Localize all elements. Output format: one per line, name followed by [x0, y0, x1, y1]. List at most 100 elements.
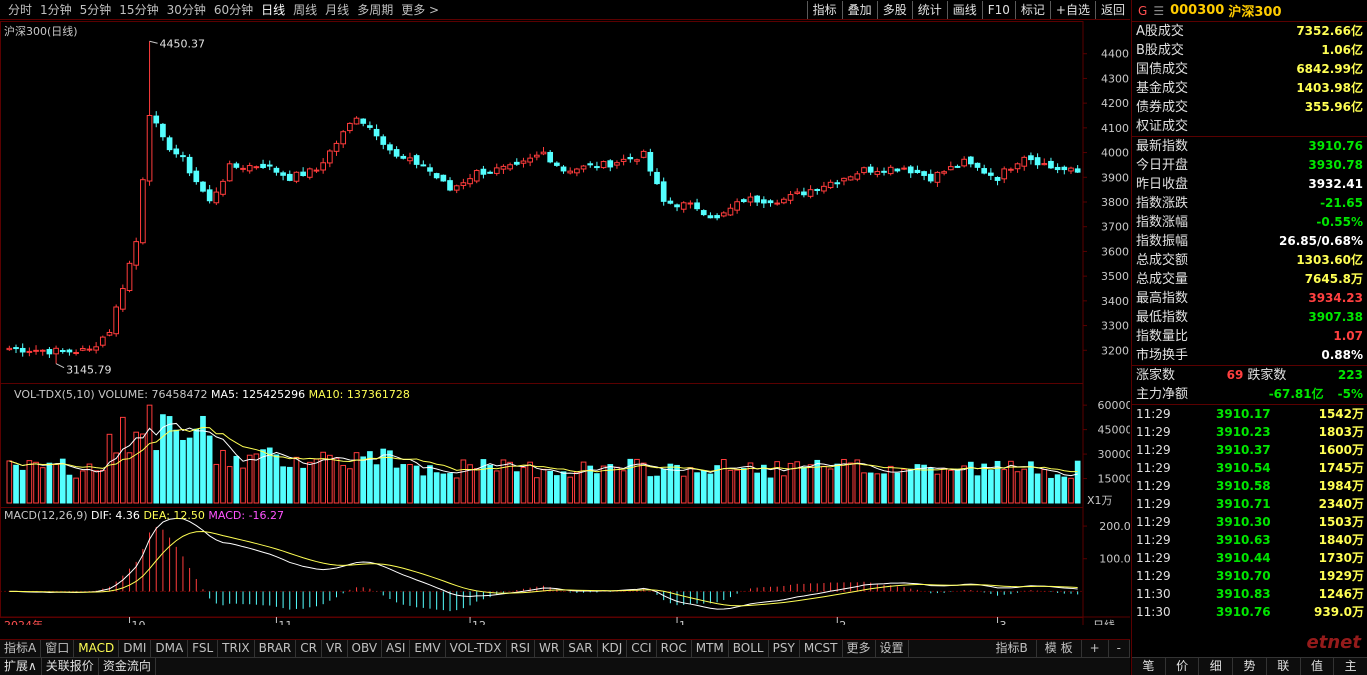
- tick-volume: 1600万: [1318, 443, 1364, 457]
- indicator-tab-0[interactable]: 指标A: [0, 640, 42, 657]
- indicator-tab-23[interactable]: MCST: [800, 640, 843, 657]
- bottom-tab-1[interactable]: 关联报价: [42, 658, 99, 675]
- indicator-tab-6[interactable]: TRIX: [218, 640, 255, 657]
- indicator-tab-11[interactable]: ASI: [382, 640, 411, 657]
- tool-tab-5[interactable]: F10: [981, 0, 1015, 19]
- indicator-tab-16[interactable]: SAR: [564, 640, 598, 657]
- vol-ma5-value: MA5: 125425296: [210, 388, 306, 401]
- quote-tab-3[interactable]: 势: [1233, 658, 1267, 675]
- period-tab-8[interactable]: 月线: [321, 1, 353, 19]
- indicator-tab-9[interactable]: VR: [322, 640, 348, 657]
- tool-tab-3[interactable]: 统计: [911, 0, 947, 19]
- indicator-tab-3[interactable]: DMI: [119, 640, 152, 657]
- candle-body: [560, 166, 567, 172]
- tool-tab-8[interactable]: 返回: [1094, 0, 1130, 19]
- indicator-tab-20[interactable]: MTM: [692, 640, 729, 657]
- indicator-tab-19[interactable]: ROC: [657, 640, 692, 657]
- bottom-tab-0[interactable]: 扩展∧: [0, 658, 42, 675]
- tick-time: 11:29: [1136, 551, 1171, 565]
- quote-tab-1[interactable]: 价: [1166, 658, 1200, 675]
- price-tick-label: 3500: [1101, 270, 1129, 283]
- period-tab-1[interactable]: 1分钟: [36, 1, 76, 19]
- candle-body: [734, 201, 740, 211]
- period-tab-0[interactable]: 分时: [4, 1, 36, 19]
- indicator-tab-2[interactable]: MACD: [74, 640, 120, 657]
- period-tab-9[interactable]: 多周期: [353, 1, 397, 19]
- index-stat-label: 总成交量: [1136, 272, 1189, 287]
- chart-area[interactable]: 4400 4300 4200 4100 4000 3900 3800 3700 3600 3500…: [0, 21, 1130, 625]
- tool-tab-4[interactable]: 画线: [946, 0, 982, 19]
- down-count-label: 跌家数: [1247, 368, 1287, 383]
- volume-bar: [53, 463, 59, 504]
- x-axis-month-label: 3: [1000, 619, 1007, 625]
- indicator-tab-1[interactable]: 窗口: [41, 640, 75, 657]
- indicator-tab-17[interactable]: KDJ: [598, 640, 628, 657]
- indicator-tab-12[interactable]: EMV: [410, 640, 446, 657]
- kline-frame: [0, 21, 1084, 384]
- tick-list[interactable]: 11:29 3910.17 1542万 11:29 3910.23 1803万 11:29 3…: [1132, 405, 1367, 621]
- volume-bar: [740, 468, 747, 504]
- candle-body: [1028, 155, 1034, 161]
- indicator-tab-13[interactable]: VOL-TDX: [446, 640, 507, 657]
- candle-body: [73, 352, 79, 355]
- period-tab-7[interactable]: 周线: [289, 1, 321, 19]
- indicator-tab-8[interactable]: CR: [296, 640, 322, 657]
- menu-icon[interactable]: ☰: [1153, 4, 1164, 18]
- tool-tab-1[interactable]: 叠加: [841, 0, 877, 19]
- candle-body: [280, 172, 286, 176]
- candle-body: [453, 185, 460, 191]
- indicator-tab-4[interactable]: DMA: [151, 640, 189, 657]
- indicator-tab-14[interactable]: RSI: [507, 640, 536, 657]
- quote-tab-0[interactable]: 笔: [1132, 658, 1166, 675]
- candle-body: [253, 166, 260, 169]
- tool-tab-7[interactable]: +自选: [1049, 0, 1095, 19]
- indicator-right-tab-0[interactable]: 指标B: [988, 640, 1037, 657]
- high-annotation-arrow: [149, 40, 158, 44]
- period-tab-6[interactable]: 日线: [257, 1, 289, 19]
- tick-volume: 939.0万: [1314, 605, 1364, 619]
- tool-tab-0[interactable]: 指标: [806, 0, 842, 19]
- candle-body: [727, 207, 734, 216]
- g-marker[interactable]: G: [1138, 4, 1147, 18]
- tick-volume: 1745万: [1318, 461, 1364, 475]
- indicator-right-tab-1[interactable]: 模 板: [1037, 640, 1082, 657]
- indicator-right-tab-2[interactable]: +: [1082, 640, 1109, 657]
- period-tab-2[interactable]: 5分钟: [76, 1, 116, 19]
- indicator-tab-15[interactable]: WR: [535, 640, 565, 657]
- indicator-tab-7[interactable]: BRAR: [255, 640, 297, 657]
- tick-price: 3910.37: [1216, 443, 1271, 457]
- period-tab-3[interactable]: 15分钟: [115, 1, 162, 19]
- indicator-tab-25[interactable]: 设置: [876, 640, 909, 657]
- volume-bar: [834, 463, 841, 504]
- indicator-tab-18[interactable]: CCI: [627, 640, 657, 657]
- quote-tab-5[interactable]: 值: [1301, 658, 1335, 675]
- indicator-tab-24[interactable]: 更多: [843, 640, 876, 657]
- quote-tab-2[interactable]: 细: [1199, 658, 1234, 675]
- indicator-right-tab-3[interactable]: -: [1109, 640, 1130, 657]
- period-tab-5[interactable]: 60分钟: [210, 1, 257, 19]
- kline-chart-svg[interactable]: 4400 4300 4200 4100 4000 3900 3800 3700 3600 3500…: [0, 21, 1130, 625]
- bottom-tab-2[interactable]: 资金流向: [99, 658, 156, 675]
- period-tabs: 分时 1分钟 5分钟 15分钟 30分钟 60分钟 日线 周线 月线 多周期 更多 >: [0, 1, 807, 19]
- indicator-tab-10[interactable]: OBV: [348, 640, 383, 657]
- tool-tab-2[interactable]: 多股: [876, 0, 912, 19]
- indicator-tab-21[interactable]: BOLL: [729, 640, 769, 657]
- candle-body: [226, 163, 233, 182]
- candle-body: [120, 288, 126, 310]
- candle-body: [320, 162, 326, 171]
- period-tab-4[interactable]: 30分钟: [163, 1, 210, 19]
- quote-tab-6[interactable]: 主: [1334, 658, 1367, 675]
- volume-bar: [867, 472, 874, 504]
- candle-body: [1001, 168, 1008, 180]
- volume-bar: [1028, 461, 1034, 504]
- tool-tab-6[interactable]: 标记: [1014, 0, 1050, 19]
- low-annotation-arrow: [55, 363, 65, 369]
- period-tab-10[interactable]: 更多 >: [397, 1, 443, 19]
- candle-body: [473, 170, 480, 182]
- turnover-label: 债券成交: [1136, 100, 1189, 115]
- indicator-tab-5[interactable]: FSL: [188, 640, 219, 657]
- candle-body: [747, 196, 754, 203]
- quote-tab-4[interactable]: 联: [1267, 658, 1301, 675]
- indicator-tab-22[interactable]: PSY: [769, 640, 800, 657]
- candle-body: [821, 185, 827, 192]
